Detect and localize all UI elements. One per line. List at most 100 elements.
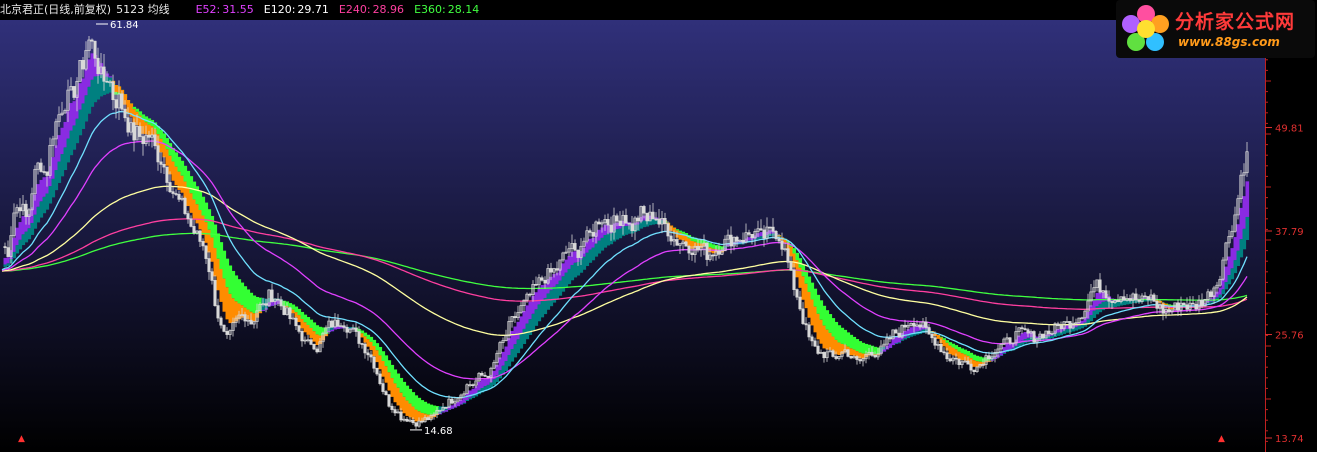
- candle-body: [264, 303, 268, 306]
- chart-scroll-left-marker-icon[interactable]: ▲: [18, 434, 25, 444]
- logo-title: 分析家公式网: [1175, 11, 1296, 33]
- candle-body: [1068, 321, 1072, 329]
- candle-body: [450, 398, 454, 404]
- price-chart-plot[interactable]: 61.84 14.68: [0, 20, 1265, 452]
- candle-body: [636, 217, 640, 222]
- candle-body: [954, 357, 958, 360]
- candle-body: [855, 356, 859, 360]
- candle-body: [1047, 330, 1051, 335]
- candle-body: [687, 245, 691, 254]
- candle-body: [651, 211, 655, 220]
- candle-body: [786, 248, 790, 263]
- candle-body: [528, 293, 532, 296]
- flower-logo-icon: [1122, 5, 1169, 51]
- candle-body: [870, 351, 874, 356]
- candle-body: [399, 411, 403, 421]
- candle-body: [156, 145, 160, 163]
- candle-body: [138, 126, 142, 137]
- ribbon-upper-bar: [258, 311, 263, 314]
- candle-body: [81, 59, 85, 70]
- candle-body: [387, 394, 391, 407]
- candle-body: [795, 289, 799, 298]
- candle-body: [957, 358, 961, 366]
- candle-body: [645, 212, 649, 222]
- candle-body: [153, 134, 157, 147]
- site-logo[interactable]: 分析家公式网 www.88gs.com: [1116, 0, 1315, 58]
- candle-body: [72, 86, 76, 98]
- candle-body: [606, 219, 610, 226]
- candle-body: [177, 194, 181, 200]
- candle-body: [1128, 298, 1132, 301]
- candle-body: [393, 409, 397, 414]
- candle-body: [1023, 328, 1027, 331]
- ribbon-upper-bar: [1245, 181, 1250, 217]
- candle-body: [831, 350, 835, 357]
- candle-body: [207, 258, 211, 273]
- candle-body: [363, 343, 367, 354]
- candle-body: [426, 417, 430, 421]
- axis-tick-label: 49.81: [1275, 124, 1304, 135]
- candle-body: [513, 316, 517, 319]
- candle-body: [276, 298, 280, 301]
- candle-body: [18, 207, 22, 212]
- candle-body: [630, 223, 634, 232]
- candle-body: [1056, 323, 1060, 326]
- candle-body: [1200, 299, 1204, 307]
- candle-body: [591, 232, 595, 237]
- candle-body: [675, 239, 679, 246]
- candle-body: [171, 191, 175, 194]
- plot-background: [0, 20, 1265, 452]
- candle-body: [369, 354, 373, 358]
- candle-body: [729, 234, 733, 247]
- candle-body: [873, 355, 877, 358]
- axis-tick-label: 25.76: [1275, 331, 1304, 342]
- candle-body: [1191, 302, 1195, 305]
- candle-body: [336, 319, 340, 327]
- candle-body: [894, 329, 898, 334]
- candle-body: [312, 343, 316, 350]
- candle-body: [354, 327, 358, 332]
- candle-body: [897, 332, 901, 338]
- ribbon-lower-bar: [1221, 289, 1226, 295]
- candle-body: [609, 224, 613, 233]
- candle-body: [315, 348, 319, 353]
- candle-body: [309, 339, 313, 345]
- ribbon-lower-bar: [942, 338, 947, 340]
- candle-body: [822, 352, 826, 359]
- candle-body: [534, 284, 538, 286]
- candle-body: [972, 369, 976, 372]
- indicator-name: 5123 均线: [116, 3, 170, 16]
- candle-body: [3, 246, 7, 248]
- ribbon-upper-bar: [108, 76, 113, 78]
- candle-body: [282, 305, 286, 315]
- candle-body: [168, 182, 172, 193]
- candle-body: [888, 337, 892, 340]
- logo-url: www.88gs.com: [1178, 35, 1280, 49]
- candle-body: [411, 419, 415, 424]
- candle-body: [933, 337, 937, 346]
- candle-body: [1104, 290, 1108, 299]
- candle-body: [24, 203, 28, 217]
- candle-body: [288, 307, 292, 320]
- chart-scroll-right-marker-icon[interactable]: ▲: [1218, 434, 1225, 444]
- candle-body: [96, 57, 100, 75]
- candle-body: [486, 375, 490, 378]
- ribbon-lower-bar: [792, 248, 797, 254]
- candle-body: [1116, 299, 1120, 302]
- candle-body: [360, 343, 364, 345]
- ribbon-lower-bar: [675, 229, 680, 231]
- candle-body: [927, 327, 931, 335]
- candle-body: [654, 218, 658, 221]
- candle-body: [123, 108, 127, 119]
- candle-body: [105, 80, 109, 83]
- candle-body: [342, 325, 346, 328]
- candle-body: [222, 324, 226, 332]
- candle-body: [444, 407, 448, 409]
- candle-body: [1155, 301, 1159, 309]
- ma-readout-e240: E240: 28.96: [338, 3, 405, 16]
- candle-body: [987, 355, 991, 360]
- candle-body: [924, 321, 928, 328]
- candle-body: [696, 245, 700, 251]
- candle-body: [966, 360, 970, 365]
- candle-body: [120, 93, 124, 110]
